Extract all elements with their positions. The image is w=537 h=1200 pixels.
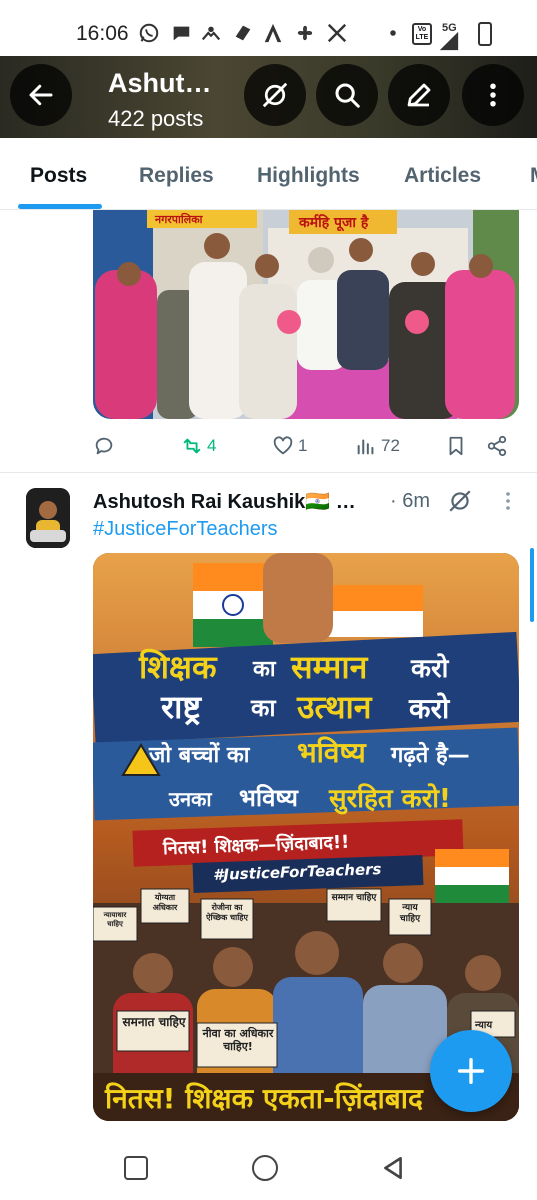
poster-line2a: राष्ट्र <box>161 688 202 726</box>
scrollbar[interactable] <box>530 548 534 622</box>
battery-icon <box>478 22 492 46</box>
poster-sign-3: सम्मान चाहिए <box>331 893 377 903</box>
recents-icon[interactable] <box>124 1156 148 1180</box>
group-photo: नगरपालिका कर्महि पूजा है <box>93 210 519 419</box>
system-nav-bar <box>0 1130 537 1200</box>
grok-icon[interactable] <box>447 488 473 514</box>
post-more-icon[interactable] <box>496 488 520 514</box>
poster-line2c: उत्थान <box>297 688 372 726</box>
post-divider <box>0 472 537 473</box>
repost-icon <box>183 438 201 454</box>
bookmark-icon <box>449 436 463 456</box>
home-icon[interactable] <box>252 1155 278 1181</box>
share-icon <box>487 435 507 457</box>
grok-icon <box>262 82 288 108</box>
views-count: 72 <box>381 436 400 455</box>
more-button[interactable] <box>462 64 524 126</box>
poster-sign-2: नीवा का अधिकार चाहिए! <box>202 1027 274 1053</box>
poster-line4b: भविष्य <box>239 784 298 812</box>
reply-icon <box>95 437 113 455</box>
dot-icon <box>382 22 404 44</box>
poster-line1b: का <box>253 657 276 682</box>
poster-sign-1: समनात चाहिए <box>122 1015 186 1029</box>
tab-highlights[interactable]: Highlights <box>257 164 360 188</box>
edit-button[interactable] <box>388 64 450 126</box>
like-button[interactable]: 1 <box>272 435 307 457</box>
pencil-icon <box>407 83 431 107</box>
avatar-image <box>26 488 70 548</box>
post-hashtag-link[interactable]: #JusticeForTeachers <box>93 518 278 541</box>
like-count: 1 <box>298 436 308 455</box>
tab-replies[interactable]: Replies <box>139 164 214 188</box>
signal-icon <box>438 30 460 52</box>
poster-line2d: करो <box>409 692 450 725</box>
poster-sign-7: न्याय <box>475 1020 493 1031</box>
repost-count: 4 <box>207 436 217 455</box>
tab-media[interactable]: M <box>530 164 537 188</box>
banner-right-text: कर्महि पूजा है <box>298 214 369 232</box>
repost-button[interactable]: 4 <box>181 435 216 457</box>
views-button[interactable]: 72 <box>355 435 400 457</box>
poster-sign-4: न्याय चाहिए <box>399 903 421 924</box>
heart-icon <box>273 436 293 455</box>
arrow-left-icon <box>29 84 53 106</box>
share-button[interactable] <box>486 435 508 457</box>
back-nav-icon[interactable] <box>380 1154 406 1182</box>
poster-sign-5: योग्यता अधिकार <box>152 893 178 912</box>
app-icon <box>232 22 254 44</box>
tab-posts[interactable]: Posts <box>30 164 87 188</box>
grok-button[interactable] <box>244 64 306 126</box>
poster-bottom-text: नितस! शिक्षक एकता-ज़िंदाबाद <box>105 1082 423 1115</box>
plus-icon <box>457 1057 485 1085</box>
post-time: · 6m <box>390 490 430 512</box>
profile-header: Ashut… 422 posts <box>0 56 537 138</box>
poster-sign-6: रोजीना का ऐच्छिक चाहिए <box>206 903 248 922</box>
app-icon <box>200 22 222 44</box>
profile-tabs: Posts Replies Highlights Articles M <box>0 138 537 210</box>
poster-line1c: सम्मान <box>291 648 368 686</box>
poster-line4c: सुरहित करो! <box>329 784 451 814</box>
poster-line2b: का <box>251 694 276 722</box>
poster-sign-8: न्यायाधार चाहिए <box>103 911 127 928</box>
views-chart-icon <box>357 439 374 455</box>
tab-active-indicator <box>18 204 102 209</box>
more-vertical-icon <box>490 83 496 107</box>
pinwheel-icon <box>294 22 316 44</box>
back-button[interactable] <box>10 64 72 126</box>
volte-badge: Vo LTE <box>412 23 432 45</box>
post-author-name[interactable]: Ashutosh Rai Kaushik🇮🇳 … <box>93 489 356 514</box>
profile-name: Ashut… <box>108 68 212 98</box>
poster-line1d: करो <box>411 654 449 684</box>
avatar[interactable] <box>26 488 70 548</box>
poster-line3b: भविष्य <box>297 736 366 769</box>
banner-left-text: नगरपालिका <box>154 212 204 226</box>
post-image[interactable]: नगरपालिका कर्महि पूजा है <box>93 210 519 419</box>
whatsapp-icon <box>138 22 160 44</box>
post-count: 422 posts <box>108 106 204 131</box>
status-bar: 16:06 Vo LTE 5G <box>0 0 537 56</box>
bookmark-button[interactable] <box>445 435 467 457</box>
x-icon <box>326 22 348 44</box>
poster-line4a: उनका <box>169 787 212 811</box>
poster-line3c: गढ़ते है— <box>391 743 470 768</box>
status-time: 16:06 <box>76 22 129 45</box>
text-a-icon <box>262 22 284 44</box>
poster-line3a: जो बच्चों का <box>149 743 250 768</box>
poster-line1a: शिक्षक <box>139 648 217 686</box>
tab-articles[interactable]: Articles <box>404 164 481 188</box>
reply-button[interactable] <box>93 435 119 457</box>
search-button[interactable] <box>316 64 378 126</box>
chat-icon <box>170 22 192 44</box>
compose-button[interactable] <box>430 1030 512 1112</box>
search-icon <box>335 83 360 108</box>
